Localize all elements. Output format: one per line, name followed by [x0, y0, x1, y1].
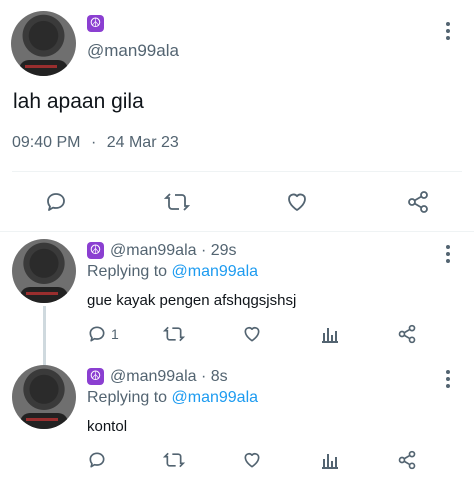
reply-handle[interactable]: @man99ala — [110, 368, 197, 385]
more-options-icon[interactable] — [446, 245, 450, 266]
replying-to-label: Replying to — [87, 389, 168, 406]
peace-badge-icon: ☮ — [87, 15, 104, 32]
like-icon[interactable] — [242, 324, 262, 344]
peace-badge-icon: ☮ — [87, 242, 104, 259]
reply-icon[interactable] — [44, 190, 68, 214]
share-icon[interactable] — [406, 190, 430, 214]
reply-count: 1 — [111, 326, 119, 342]
avatar[interactable] — [11, 11, 76, 76]
reply-header: @man99ala · 8s — [110, 368, 228, 386]
separator: · — [200, 368, 207, 385]
avatar-shirt-print — [26, 418, 58, 421]
separator: · — [90, 134, 97, 151]
divider — [0, 231, 474, 232]
analytics-icon[interactable] — [320, 450, 340, 470]
retweet-icon[interactable] — [164, 190, 190, 214]
share-icon[interactable] — [397, 324, 417, 344]
like-icon[interactable] — [242, 450, 262, 470]
divider — [12, 171, 462, 172]
like-icon[interactable] — [285, 190, 309, 214]
author-handle[interactable]: @man99ala — [87, 41, 179, 61]
avatar-shirt — [20, 287, 68, 303]
peace-badge-icon: ☮ — [87, 368, 104, 385]
replying-to: Replying to @man99ala — [87, 263, 258, 281]
reply-icon[interactable] — [87, 324, 107, 344]
reply-age[interactable]: 8s — [211, 368, 228, 385]
replying-to-link[interactable]: @man99ala — [172, 389, 259, 406]
avatar[interactable] — [12, 239, 76, 303]
more-options-icon[interactable] — [446, 22, 450, 43]
reply-handle[interactable]: @man99ala — [110, 242, 197, 259]
tweet-text: lah apaan gila — [13, 90, 144, 113]
separator: · — [200, 242, 207, 259]
reply-text: kontol — [87, 418, 128, 435]
analytics-icon[interactable] — [320, 324, 340, 344]
reply-icon[interactable] — [87, 450, 107, 470]
replying-to-link[interactable]: @man99ala — [172, 263, 259, 280]
avatar-shirt-print — [25, 65, 57, 68]
more-options-icon[interactable] — [446, 370, 450, 391]
avatar-shirt — [19, 60, 68, 76]
avatar-shirt-print — [26, 292, 58, 295]
tweet-time: 09:40 PM — [12, 134, 81, 151]
avatar[interactable] — [12, 365, 76, 429]
retweet-icon[interactable] — [163, 324, 185, 344]
reply-text: gue kayak pengen afshqgsjshsj — [87, 292, 297, 309]
reply-header: @man99ala · 29s — [110, 242, 237, 260]
tweet-date: 24 Mar 23 — [106, 134, 179, 151]
tweet-timestamp[interactable]: 09:40 PM · 24 Mar 23 — [12, 134, 179, 152]
avatar-shirt — [20, 413, 68, 429]
reply-age[interactable]: 29s — [211, 242, 237, 259]
thread-line — [43, 306, 46, 366]
replying-to: Replying to @man99ala — [87, 389, 258, 407]
retweet-icon[interactable] — [163, 450, 185, 470]
replying-to-label: Replying to — [87, 263, 168, 280]
share-icon[interactable] — [397, 450, 417, 470]
